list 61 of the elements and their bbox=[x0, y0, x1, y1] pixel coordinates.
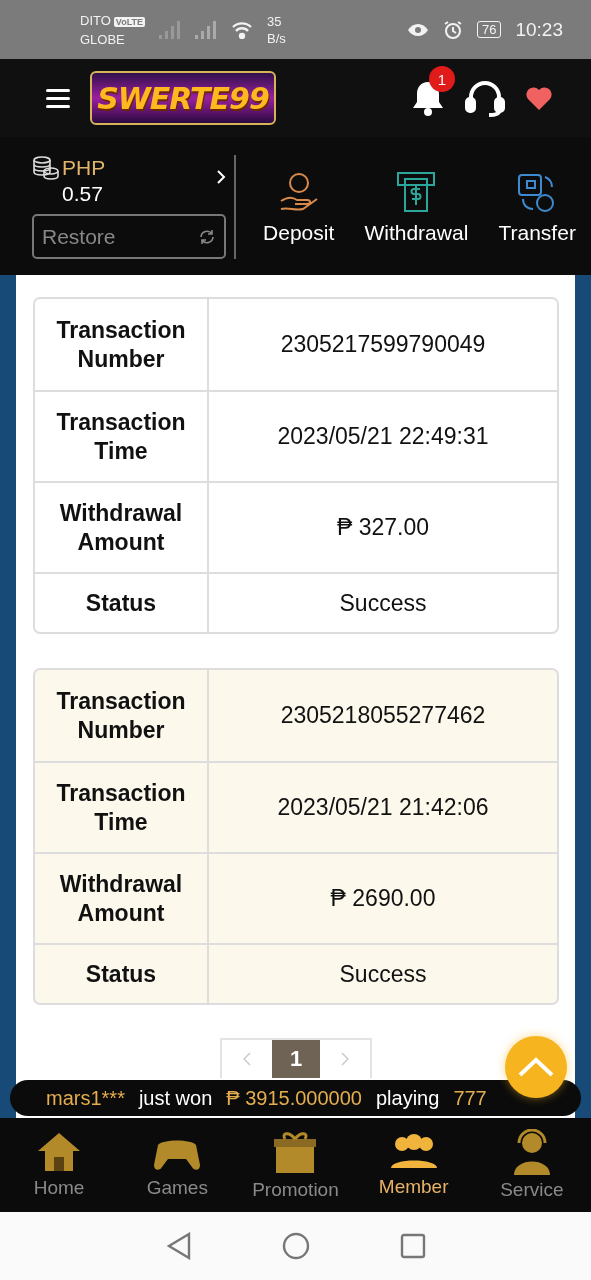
restore-button[interactable]: Restore bbox=[32, 214, 226, 259]
deposit-button[interactable]: Deposit bbox=[263, 171, 335, 245]
gift-box-icon bbox=[272, 1129, 319, 1175]
chevron-up-icon bbox=[518, 1057, 554, 1077]
field-value: Success bbox=[338, 588, 428, 618]
volte-label: VoLTE bbox=[113, 16, 145, 27]
field-label: Withdrawal Amount bbox=[35, 483, 209, 572]
field-value: 2023/05/21 22:49:31 bbox=[276, 422, 490, 451]
nav-tab[interactable]: Promotion bbox=[240, 1128, 351, 1202]
refresh-icon bbox=[198, 227, 216, 246]
field-value: ₱ 327.00 bbox=[335, 513, 431, 542]
withdrawal-button[interactable]: Withdrawal bbox=[364, 171, 469, 245]
page-button[interactable]: 1 bbox=[272, 1040, 320, 1078]
notification-badge: 1 bbox=[429, 66, 455, 92]
field-label: Transaction Number bbox=[35, 670, 209, 761]
carrier-name: DITO bbox=[80, 12, 111, 28]
ticker-text: playing bbox=[376, 1086, 440, 1110]
battery-level: 76 bbox=[477, 21, 502, 38]
field-label: Status bbox=[35, 945, 209, 1003]
field-label: Status bbox=[35, 574, 209, 632]
carrier-name: GLOBE bbox=[80, 30, 126, 48]
game-name: 777 bbox=[453, 1086, 487, 1110]
nav-tab[interactable]: Home bbox=[4, 1130, 115, 1200]
wifi-icon bbox=[231, 20, 253, 39]
field-label: Withdrawal Amount bbox=[35, 854, 209, 943]
alarm-icon bbox=[443, 19, 463, 40]
network-speed: 35 bbox=[267, 12, 283, 30]
heart-icon[interactable] bbox=[525, 85, 553, 111]
headset-icon[interactable] bbox=[465, 79, 505, 117]
speed-unit: B/s bbox=[267, 29, 286, 47]
home-circle-icon[interactable] bbox=[281, 1232, 310, 1260]
field-label: Transaction Number bbox=[35, 299, 209, 390]
back-icon[interactable] bbox=[165, 1232, 192, 1260]
nav-tab[interactable]: Service bbox=[476, 1128, 587, 1202]
currency-label: PHP bbox=[62, 155, 106, 181]
menu-icon[interactable] bbox=[46, 88, 70, 108]
clock: 10:23 bbox=[515, 18, 563, 41]
chevron-right-icon[interactable] bbox=[216, 169, 226, 185]
field-label: Transaction Time bbox=[35, 392, 209, 481]
chevron-right-icon bbox=[340, 1051, 350, 1067]
field-value: Success bbox=[338, 959, 428, 989]
atm-cash-icon bbox=[396, 171, 437, 215]
winner-name: mars1*** bbox=[46, 1086, 125, 1110]
field-label: Transaction Time bbox=[35, 763, 209, 852]
coins-icon bbox=[32, 155, 60, 181]
logo[interactable]: SWERTE99 bbox=[90, 71, 276, 125]
ticker-text: just won bbox=[138, 1086, 213, 1110]
field-value: 2305218055277462 bbox=[279, 701, 487, 730]
recents-icon[interactable] bbox=[399, 1233, 426, 1259]
win-amount: ₱ 3915.000000 bbox=[226, 1086, 362, 1110]
field-value: 2305217599790049 bbox=[279, 330, 487, 359]
signal-icon bbox=[195, 20, 217, 39]
field-value: 2023/05/21 21:42:06 bbox=[276, 793, 490, 822]
chevron-left-icon bbox=[242, 1051, 252, 1067]
nav-tab[interactable]: Games bbox=[122, 1130, 233, 1200]
transfer-button[interactable]: Transfer bbox=[498, 171, 576, 245]
signal-icon bbox=[159, 20, 181, 39]
balance-amount: 0.57 bbox=[62, 181, 104, 207]
field-value: ₱ 2690.00 bbox=[329, 884, 437, 913]
eye-icon bbox=[407, 22, 429, 37]
nav-tab[interactable]: Member bbox=[358, 1131, 469, 1199]
